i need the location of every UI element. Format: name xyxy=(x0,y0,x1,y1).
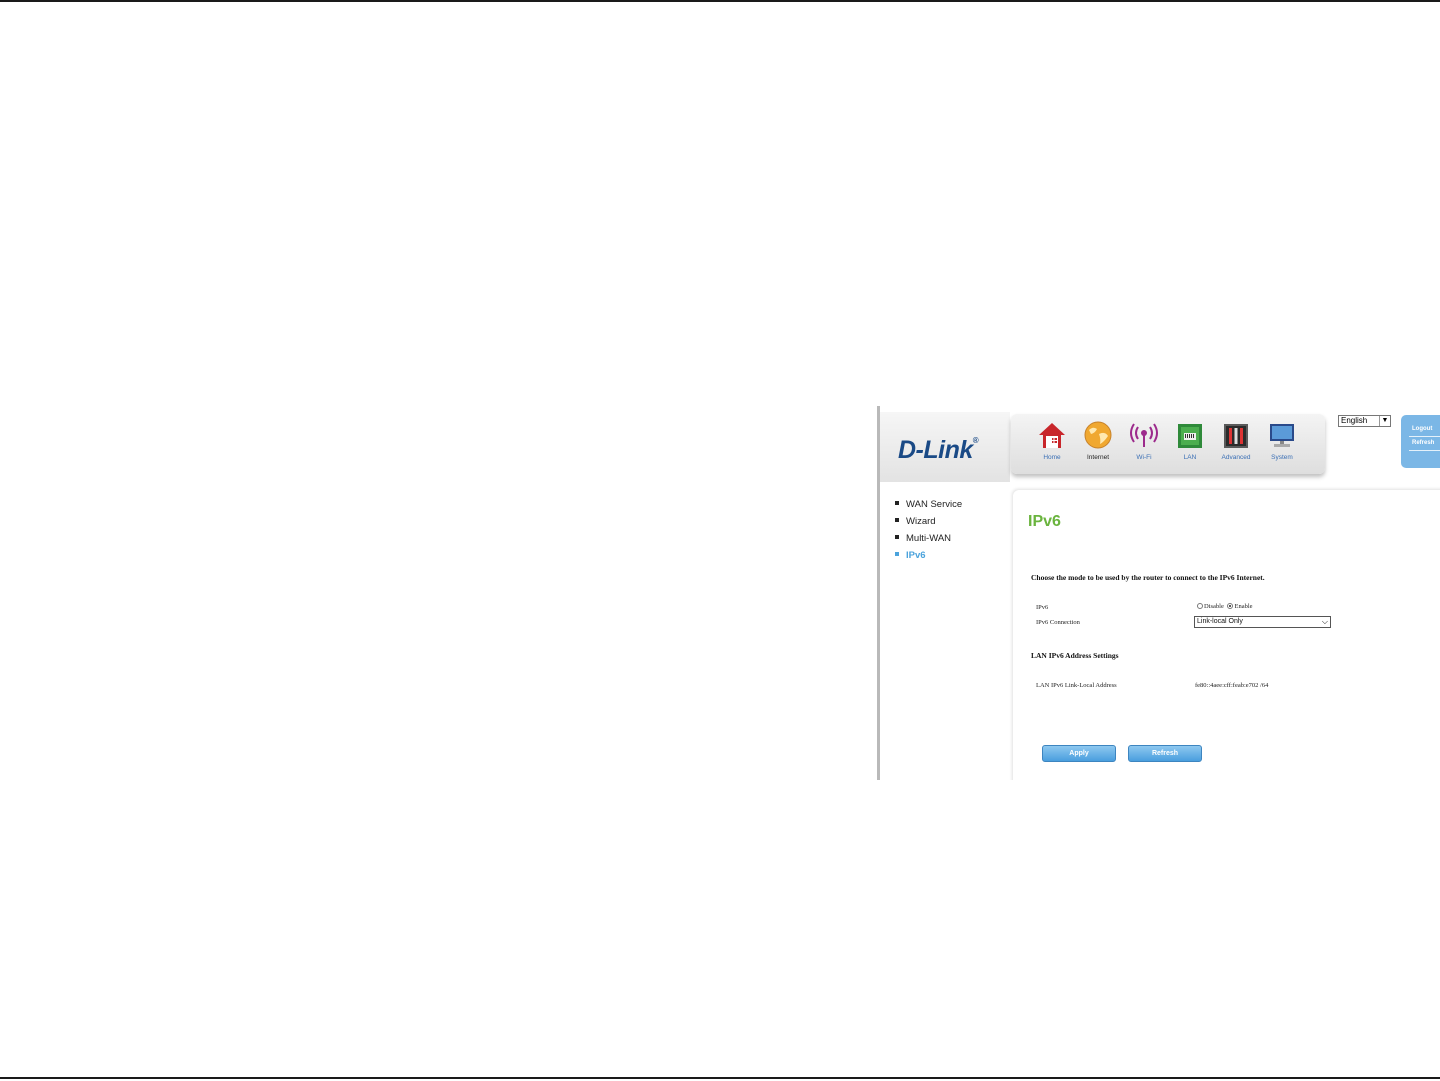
ipv6-disable-radio[interactable] xyxy=(1197,602,1203,609)
ipv6-label: IPv6 xyxy=(1036,604,1049,611)
wifi-icon xyxy=(1130,423,1158,447)
nav-advanced-label: Advanced xyxy=(1221,454,1251,461)
ipv6-disable-label: Disable xyxy=(1204,603,1224,610)
page-top-rule xyxy=(0,0,1440,2)
page-bottom-rule xyxy=(0,1077,1440,1079)
nav-system-label: System xyxy=(1271,454,1293,461)
router-admin-ui: D-Link® Home Internet Wi-Fi LAN Advanced… xyxy=(877,406,1440,780)
language-select[interactable]: English ▼ xyxy=(1338,415,1391,427)
nav-lan[interactable]: LAN xyxy=(1167,414,1213,474)
nav-advanced[interactable]: Advanced xyxy=(1213,414,1259,474)
logout-link[interactable]: Logout xyxy=(1412,426,1432,432)
bullet-icon xyxy=(895,518,899,523)
apply-button[interactable]: Apply xyxy=(1042,745,1116,762)
ipv6-connection-label: IPv6 Connection xyxy=(1036,619,1080,626)
tools-icon xyxy=(1224,424,1248,448)
account-divider xyxy=(1409,436,1440,437)
sidebar-item-wan-service[interactable]: WAN Service xyxy=(895,499,962,510)
monitor-icon xyxy=(1270,424,1294,447)
ipv6-enable-label: Enable xyxy=(1234,603,1253,610)
sidebar-item-ipv6[interactable]: IPv6 xyxy=(895,550,926,561)
logo-area: D-Link® xyxy=(880,412,1010,482)
account-panel: Logout Refresh xyxy=(1401,415,1440,468)
home-icon xyxy=(1039,423,1065,448)
bullet-icon xyxy=(895,552,899,557)
lan-icon xyxy=(1178,424,1202,448)
lan-link-local-value: fe80::4aee:cff:feab:e702 /64 xyxy=(1195,682,1269,689)
ipv6-radio-group: Disable Enable xyxy=(1197,602,1253,610)
instruction-text: Choose the mode to be used by the router… xyxy=(1031,573,1265,582)
ipv6-connection-select[interactable]: Link-local Only ⌵ xyxy=(1194,616,1331,628)
top-nav: Home Internet Wi-Fi LAN Advanced System xyxy=(1011,414,1325,474)
ipv6-connection-value: Link-local Only xyxy=(1197,618,1243,625)
nav-internet[interactable]: Internet xyxy=(1075,414,1121,474)
bullet-icon xyxy=(895,535,899,540)
lan-section-title: LAN IPv6 Address Settings xyxy=(1031,651,1119,660)
ipv6-enable-radio[interactable] xyxy=(1227,602,1234,609)
bullet-icon xyxy=(895,501,899,506)
refresh-link[interactable]: Refresh xyxy=(1412,440,1434,446)
chevron-down-icon: ⌵ xyxy=(1321,617,1328,626)
nav-home-label: Home xyxy=(1043,454,1061,461)
lan-link-local-label: LAN IPv6 Link-Local Address xyxy=(1036,682,1117,689)
nav-internet-label: Internet xyxy=(1086,454,1110,461)
nav-wifi[interactable]: Wi-Fi xyxy=(1121,414,1167,474)
globe-icon xyxy=(1084,421,1112,449)
nav-home[interactable]: Home xyxy=(1029,414,1075,474)
nav-wifi-label: Wi-Fi xyxy=(1136,454,1152,461)
nav-lan-label: LAN xyxy=(1183,454,1197,461)
sidebar-item-wizard[interactable]: Wizard xyxy=(895,516,936,527)
dlink-logo: D-Link® xyxy=(898,436,979,464)
main-content: IPv6 Choose the mode to be used by the r… xyxy=(1013,490,1440,780)
account-divider xyxy=(1409,450,1440,451)
page-title: IPv6 xyxy=(1028,513,1061,530)
refresh-button[interactable]: Refresh xyxy=(1128,745,1202,762)
language-value: English xyxy=(1341,416,1368,425)
nav-system[interactable]: System xyxy=(1259,414,1305,474)
sidebar-item-multi-wan[interactable]: Multi-WAN xyxy=(895,533,951,544)
chevron-down-icon: ▼ xyxy=(1379,416,1390,426)
